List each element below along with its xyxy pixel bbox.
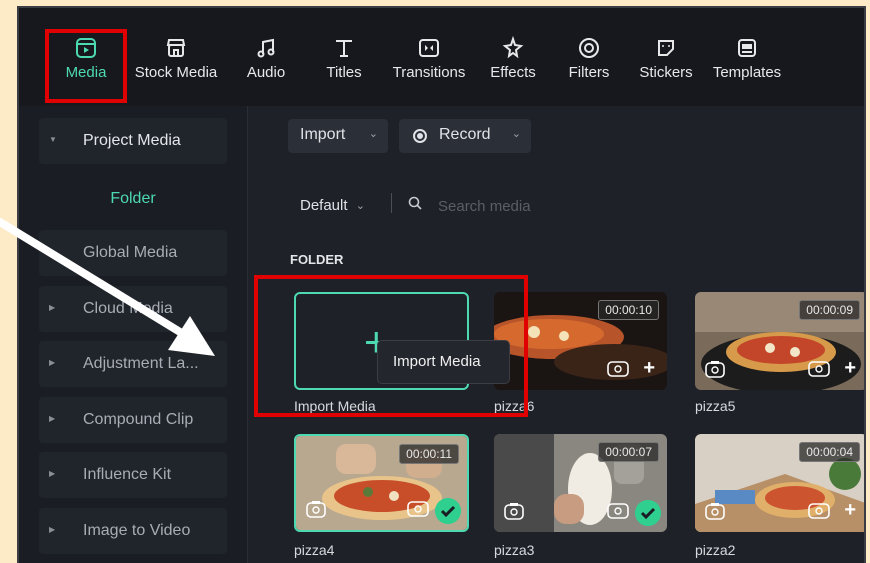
- chevron-down-icon: ⌄: [511, 128, 521, 140]
- media-thumbnail-pizza3[interactable]: 00:00:07: [494, 434, 667, 532]
- search-icon: [408, 196, 422, 210]
- sidebar-item-influence-kit[interactable]: ▶ Influence Kit: [39, 452, 227, 498]
- caret-down-icon: ▼: [49, 135, 57, 144]
- sidebar-item-folder[interactable]: Folder: [39, 186, 227, 216]
- sidebar-item-cloud-media[interactable]: ▶ Cloud Media: [39, 286, 227, 332]
- media-name: pizza4: [294, 542, 335, 558]
- top-toolbar: Media Stock Media Audio Titles Transitio…: [19, 8, 864, 106]
- media-thumbnail-pizza5[interactable]: 00:00:09 +: [695, 292, 864, 390]
- sidebar-item-adjustment-layer[interactable]: ▶ Adjustment La...: [39, 341, 227, 387]
- add-to-timeline-icon[interactable]: +: [844, 499, 856, 522]
- check-icon: [435, 498, 461, 524]
- tab-filters[interactable]: Filters: [564, 36, 614, 81]
- sort-dropdown[interactable]: Default ⌄: [288, 186, 365, 214]
- duration-badge: 00:00:07: [598, 442, 659, 462]
- media-sidebar: ▼ Project Media Folder ▶ Global Media ▶ …: [19, 106, 247, 563]
- media-name: pizza3: [494, 542, 535, 558]
- chevron-down-icon: ⌄: [355, 200, 365, 212]
- effects-icon: [501, 35, 525, 60]
- sidebar-item-global-media[interactable]: ▶ Global Media: [39, 230, 227, 276]
- duration-badge: 00:00:09: [799, 300, 860, 320]
- sidebar-item-project-media[interactable]: ▼ Project Media: [39, 118, 227, 164]
- templates-icon: [735, 36, 759, 60]
- store-icon: [164, 36, 188, 60]
- camera-icon: [705, 503, 725, 520]
- video-clip-icon: [407, 501, 429, 517]
- caret-right-icon: ▶: [49, 303, 56, 312]
- import-media-tooltip: Import Media: [377, 340, 510, 384]
- caret-right-icon: ▶: [49, 358, 56, 367]
- chevron-down-icon: ⌄: [368, 128, 378, 140]
- import-dropdown-button[interactable]: Import ⌄: [288, 119, 388, 153]
- record-icon: [413, 129, 427, 143]
- video-clip-icon: [607, 361, 629, 377]
- titles-icon: [332, 36, 356, 60]
- tab-effects[interactable]: Effects: [483, 35, 543, 81]
- sidebar-item-compound-clip[interactable]: ▶ Compound Clip: [39, 397, 227, 443]
- media-name: pizza2: [695, 542, 736, 558]
- add-to-timeline-icon[interactable]: +: [643, 357, 655, 380]
- tab-titles[interactable]: Titles: [319, 36, 369, 81]
- stickers-icon: [654, 36, 678, 60]
- transitions-icon: [417, 36, 441, 60]
- search-input[interactable]: Search media: [438, 198, 531, 215]
- tab-templates[interactable]: Templates: [709, 36, 785, 81]
- section-title: FOLDER: [290, 252, 344, 267]
- caret-right-icon: ▶: [49, 469, 56, 478]
- caret-right-icon: ▶: [49, 414, 56, 423]
- media-thumbnail-pizza4[interactable]: 00:00:11: [294, 434, 469, 532]
- music-icon: [254, 36, 278, 60]
- caret-right-icon: ▶: [49, 247, 56, 256]
- media-name: pizza5: [695, 398, 736, 414]
- check-icon: [635, 500, 661, 526]
- camera-icon: [705, 361, 725, 378]
- tab-audio[interactable]: Audio: [241, 36, 291, 81]
- tab-stickers[interactable]: Stickers: [636, 36, 696, 81]
- tab-transitions[interactable]: Transitions: [387, 36, 471, 81]
- video-clip-icon: [808, 503, 830, 519]
- record-dropdown-button[interactable]: Record ⌄: [399, 119, 531, 153]
- caret-right-icon: ▶: [49, 525, 56, 534]
- media-highlight-box: [45, 29, 127, 103]
- filter-divider: [391, 193, 392, 213]
- video-clip-icon: [808, 361, 830, 377]
- duration-badge: 00:00:04: [799, 442, 860, 462]
- tab-stock-media[interactable]: Stock Media: [129, 36, 223, 81]
- duration-badge: 00:00:10: [598, 300, 659, 320]
- duration-badge: 00:00:11: [399, 444, 459, 464]
- media-thumbnail-pizza2[interactable]: 00:00:04 +: [695, 434, 864, 532]
- camera-icon: [504, 503, 524, 520]
- add-to-timeline-icon[interactable]: +: [844, 357, 856, 380]
- camera-icon: [306, 501, 326, 518]
- video-clip-icon: [607, 503, 629, 519]
- sidebar-item-image-to-video[interactable]: ▶ Image to Video: [39, 508, 227, 554]
- filters-icon: [577, 36, 601, 60]
